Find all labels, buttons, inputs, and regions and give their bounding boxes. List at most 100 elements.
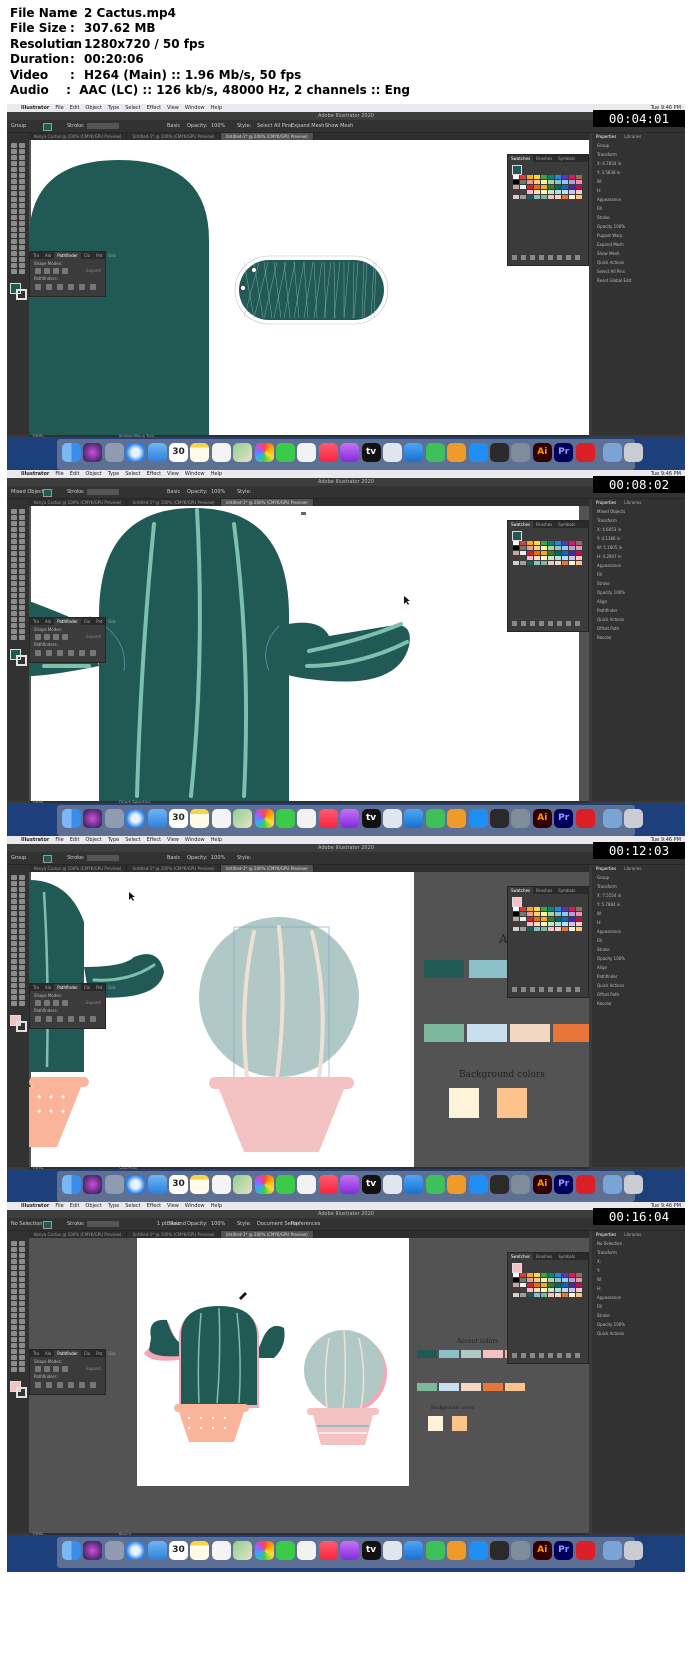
tall-cactus-body[interactable]: [29, 880, 84, 1072]
shape-mode-button[interactable]: [44, 1366, 50, 1372]
color-swatch[interactable]: [541, 556, 547, 560]
color-swatch[interactable]: [541, 1278, 547, 1282]
background-color-swatch[interactable]: [428, 1416, 443, 1431]
tool-icon[interactable]: [11, 257, 17, 262]
swatch-action-icon[interactable]: [557, 621, 562, 626]
document-tab[interactable]: Kenya Cactus @ 100% (CMYK/GPU Preview): [29, 499, 128, 506]
numbers-icon[interactable]: [425, 1541, 445, 1560]
color-swatch[interactable]: [527, 1273, 533, 1277]
tool-icon[interactable]: [11, 545, 17, 550]
color-swatch[interactable]: [541, 561, 547, 565]
color-swatch[interactable]: [527, 180, 533, 184]
property-row[interactable]: Stroke: [597, 581, 610, 586]
stroke-color-icon[interactable]: [16, 1021, 27, 1032]
canvas-area[interactable]: [29, 140, 589, 435]
property-row[interactable]: Stroke: [597, 1313, 610, 1318]
safari-icon[interactable]: [126, 443, 146, 462]
color-swatch[interactable]: [576, 190, 582, 194]
stroke-width-field[interactable]: [87, 855, 119, 861]
panel-tab[interactable]: Gra: [105, 618, 118, 625]
secondary-color-swatch[interactable]: [505, 1383, 525, 1391]
tool-icon[interactable]: [11, 605, 17, 610]
color-swatch[interactable]: [527, 556, 533, 560]
color-swatch[interactable]: [534, 541, 540, 545]
tool-icon[interactable]: [19, 173, 25, 178]
tool-icon[interactable]: [11, 143, 17, 148]
tool-icon[interactable]: [19, 959, 25, 964]
color-swatch[interactable]: [562, 917, 568, 921]
color-swatch[interactable]: [569, 175, 575, 179]
color-swatch[interactable]: [576, 1293, 582, 1297]
trash-icon[interactable]: [624, 1541, 644, 1560]
color-swatch[interactable]: [513, 912, 519, 916]
tool-icon[interactable]: [19, 1253, 25, 1258]
tool-icon[interactable]: [19, 515, 25, 520]
accent-color-swatch[interactable]: [461, 1350, 481, 1358]
brush-basic-label[interactable]: Basic: [167, 120, 180, 132]
swatch-action-icon[interactable]: [530, 621, 535, 626]
tool-icon[interactable]: [19, 533, 25, 538]
tool-icon[interactable]: [19, 881, 25, 886]
tool-icon[interactable]: [11, 581, 17, 586]
tool-icon[interactable]: [11, 209, 17, 214]
color-swatch[interactable]: [534, 190, 540, 194]
tool-icon[interactable]: [11, 635, 17, 640]
color-swatch[interactable]: [569, 1283, 575, 1287]
tool-icon[interactable]: [19, 1295, 25, 1300]
messages-icon[interactable]: [276, 1175, 295, 1194]
canvas-area[interactable]: A Background colors: [29, 872, 589, 1167]
tool-icon[interactable]: [19, 1259, 25, 1264]
music-icon[interactable]: [318, 443, 338, 462]
tool-icon[interactable]: [11, 593, 17, 598]
document-tab[interactable]: Untitled-1* @ 200% (CMYK/GPU Preview): [220, 133, 314, 140]
shape-mode-button[interactable]: [44, 1000, 50, 1006]
color-swatch[interactable]: [576, 912, 582, 916]
trash-icon[interactable]: [624, 809, 644, 828]
color-swatch[interactable]: [562, 907, 568, 911]
color-swatch[interactable]: [527, 541, 533, 545]
color-swatch[interactable]: [541, 927, 547, 931]
puppet-pin[interactable]: [240, 285, 246, 291]
color-swatch[interactable]: [548, 1293, 554, 1297]
menu-illustrator[interactable]: Illustrator: [21, 1202, 49, 1210]
secondary-color-swatch[interactable]: [510, 1024, 550, 1042]
secondary-color-swatch[interactable]: [424, 1024, 464, 1042]
color-swatch[interactable]: [534, 1283, 540, 1287]
tool-icon[interactable]: [19, 905, 25, 910]
tool-icon[interactable]: [11, 623, 17, 628]
color-swatch[interactable]: [548, 1278, 554, 1282]
swatch-action-icon[interactable]: [530, 1353, 535, 1358]
tool-icon[interactable]: [11, 527, 17, 532]
color-swatch[interactable]: [520, 912, 526, 916]
tool-icon[interactable]: [19, 185, 25, 190]
color-swatch[interactable]: [569, 1293, 575, 1297]
color-swatch[interactable]: [576, 1278, 582, 1282]
siri-icon[interactable]: [83, 1541, 103, 1560]
tool-icon[interactable]: [19, 551, 25, 556]
color-swatch[interactable]: [555, 561, 561, 565]
stroke-width-field[interactable]: [87, 123, 119, 129]
tool-icon[interactable]: [11, 611, 17, 616]
color-swatch[interactable]: [548, 185, 554, 189]
tool-icon[interactable]: [11, 599, 17, 604]
tool-icon[interactable]: [19, 269, 25, 274]
launchpad-icon[interactable]: [104, 443, 124, 462]
panel-tab[interactable]: Pat: [93, 1350, 105, 1357]
podcasts-icon[interactable]: [340, 1541, 360, 1560]
color-swatch[interactable]: [513, 1283, 519, 1287]
pathfinder-button[interactable]: [57, 284, 63, 290]
color-swatch[interactable]: [569, 541, 575, 545]
tool-icon[interactable]: [19, 191, 25, 196]
fill-swatch[interactable]: [43, 123, 52, 131]
document-tab[interactable]: Kenya Cactus @ 100% (CMYK/GPU Preview): [29, 1231, 128, 1238]
tool-icon[interactable]: [11, 1337, 17, 1342]
tool-icon[interactable]: [11, 245, 17, 250]
color-swatch[interactable]: [527, 1283, 533, 1287]
illustrator-icon[interactable]: Ai: [532, 1175, 552, 1194]
swatch-action-icon[interactable]: [521, 987, 526, 992]
color-swatch[interactable]: [576, 1283, 582, 1287]
color-swatch[interactable]: [569, 1278, 575, 1282]
appletv-icon[interactable]: tv: [361, 443, 381, 462]
panel-tab[interactable]: Alo: [42, 984, 54, 991]
panel-tab[interactable]: Libraries: [620, 1231, 645, 1238]
